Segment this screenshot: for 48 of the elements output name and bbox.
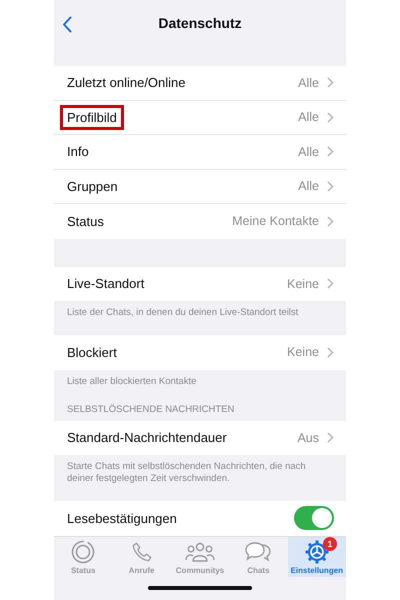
status-icon bbox=[71, 540, 96, 564]
settings-row[interactable]: Zuletzt online/Online Alle bbox=[54, 66, 346, 101]
toggle-switch[interactable] bbox=[294, 506, 334, 530]
row-value: Alle bbox=[298, 110, 319, 124]
row-label: Lesebestätigungen bbox=[67, 510, 177, 526]
people-icon bbox=[185, 540, 216, 563]
row-value: Meine Kontakte bbox=[232, 214, 319, 228]
settings-row[interactable]: Live-Standort Keine bbox=[54, 266, 346, 302]
section-header: SELBSTLÖSCHENDE NACHRICHTEN bbox=[66, 404, 236, 417]
section-footer: Liste der Chats, in denen du deinen Live-Standort teilst bbox=[54, 301, 346, 336]
notification-badge: 1 bbox=[322, 536, 337, 551]
row-value: Keine bbox=[287, 345, 319, 360]
chevron-icon bbox=[327, 146, 334, 158]
phone-icon bbox=[130, 540, 153, 563]
row-label: Live-Standort bbox=[67, 276, 144, 292]
settings-row[interactable]: Status Meine Kontakte bbox=[54, 204, 346, 239]
chevron-icon bbox=[327, 346, 334, 358]
chevron-icon bbox=[327, 77, 334, 88]
section-footer: Starte Chats mit selbstlöschenden Nachrichten, die nach deiner festgelegten Zeit verschwinden. bbox=[54, 455, 346, 502]
row-value: Alle bbox=[298, 179, 319, 194]
row-value: Alle bbox=[298, 76, 319, 90]
back-button[interactable] bbox=[60, 14, 74, 35]
settings-row[interactable]: Profilbild Alle bbox=[54, 100, 346, 136]
row-value: Keine bbox=[287, 276, 319, 291]
settings-row[interactable]: Lesebestätigungen bbox=[54, 501, 346, 536]
row-value: Alle bbox=[298, 144, 319, 159]
row-label: Status bbox=[67, 214, 104, 229]
chevron-icon bbox=[327, 432, 334, 444]
row-value: Aus bbox=[297, 430, 319, 445]
settings-row[interactable]: Info Alle bbox=[54, 135, 346, 170]
chat-bubbles-icon bbox=[245, 540, 272, 563]
page-title: Datenschutz bbox=[158, 15, 242, 32]
section-footer: Liste aller blockierten Kontakte bbox=[54, 370, 346, 404]
row-label: Standard-Nachrichtendauer bbox=[67, 430, 227, 446]
settings-row[interactable]: Blockiert Keine bbox=[54, 335, 346, 370]
settings-row[interactable]: Standard-Nachrichtendauer Aus bbox=[54, 420, 346, 456]
chevron-icon bbox=[327, 112, 334, 123]
chevron-icon bbox=[327, 180, 334, 192]
row-label: Gruppen bbox=[67, 178, 118, 194]
row-label: Blockiert bbox=[67, 344, 117, 360]
tab-item[interactable]: 1 Einstellungen bbox=[288, 536, 346, 577]
settings-row[interactable]: Gruppen Alle bbox=[54, 170, 346, 204]
row-label: Profilbild bbox=[67, 110, 117, 125]
chevron-icon bbox=[327, 278, 334, 290]
row-label: Zuletzt online/Online bbox=[67, 75, 186, 90]
back-chevron-icon bbox=[62, 16, 72, 33]
chevron-icon bbox=[327, 216, 334, 227]
row-label: Info bbox=[67, 144, 89, 160]
